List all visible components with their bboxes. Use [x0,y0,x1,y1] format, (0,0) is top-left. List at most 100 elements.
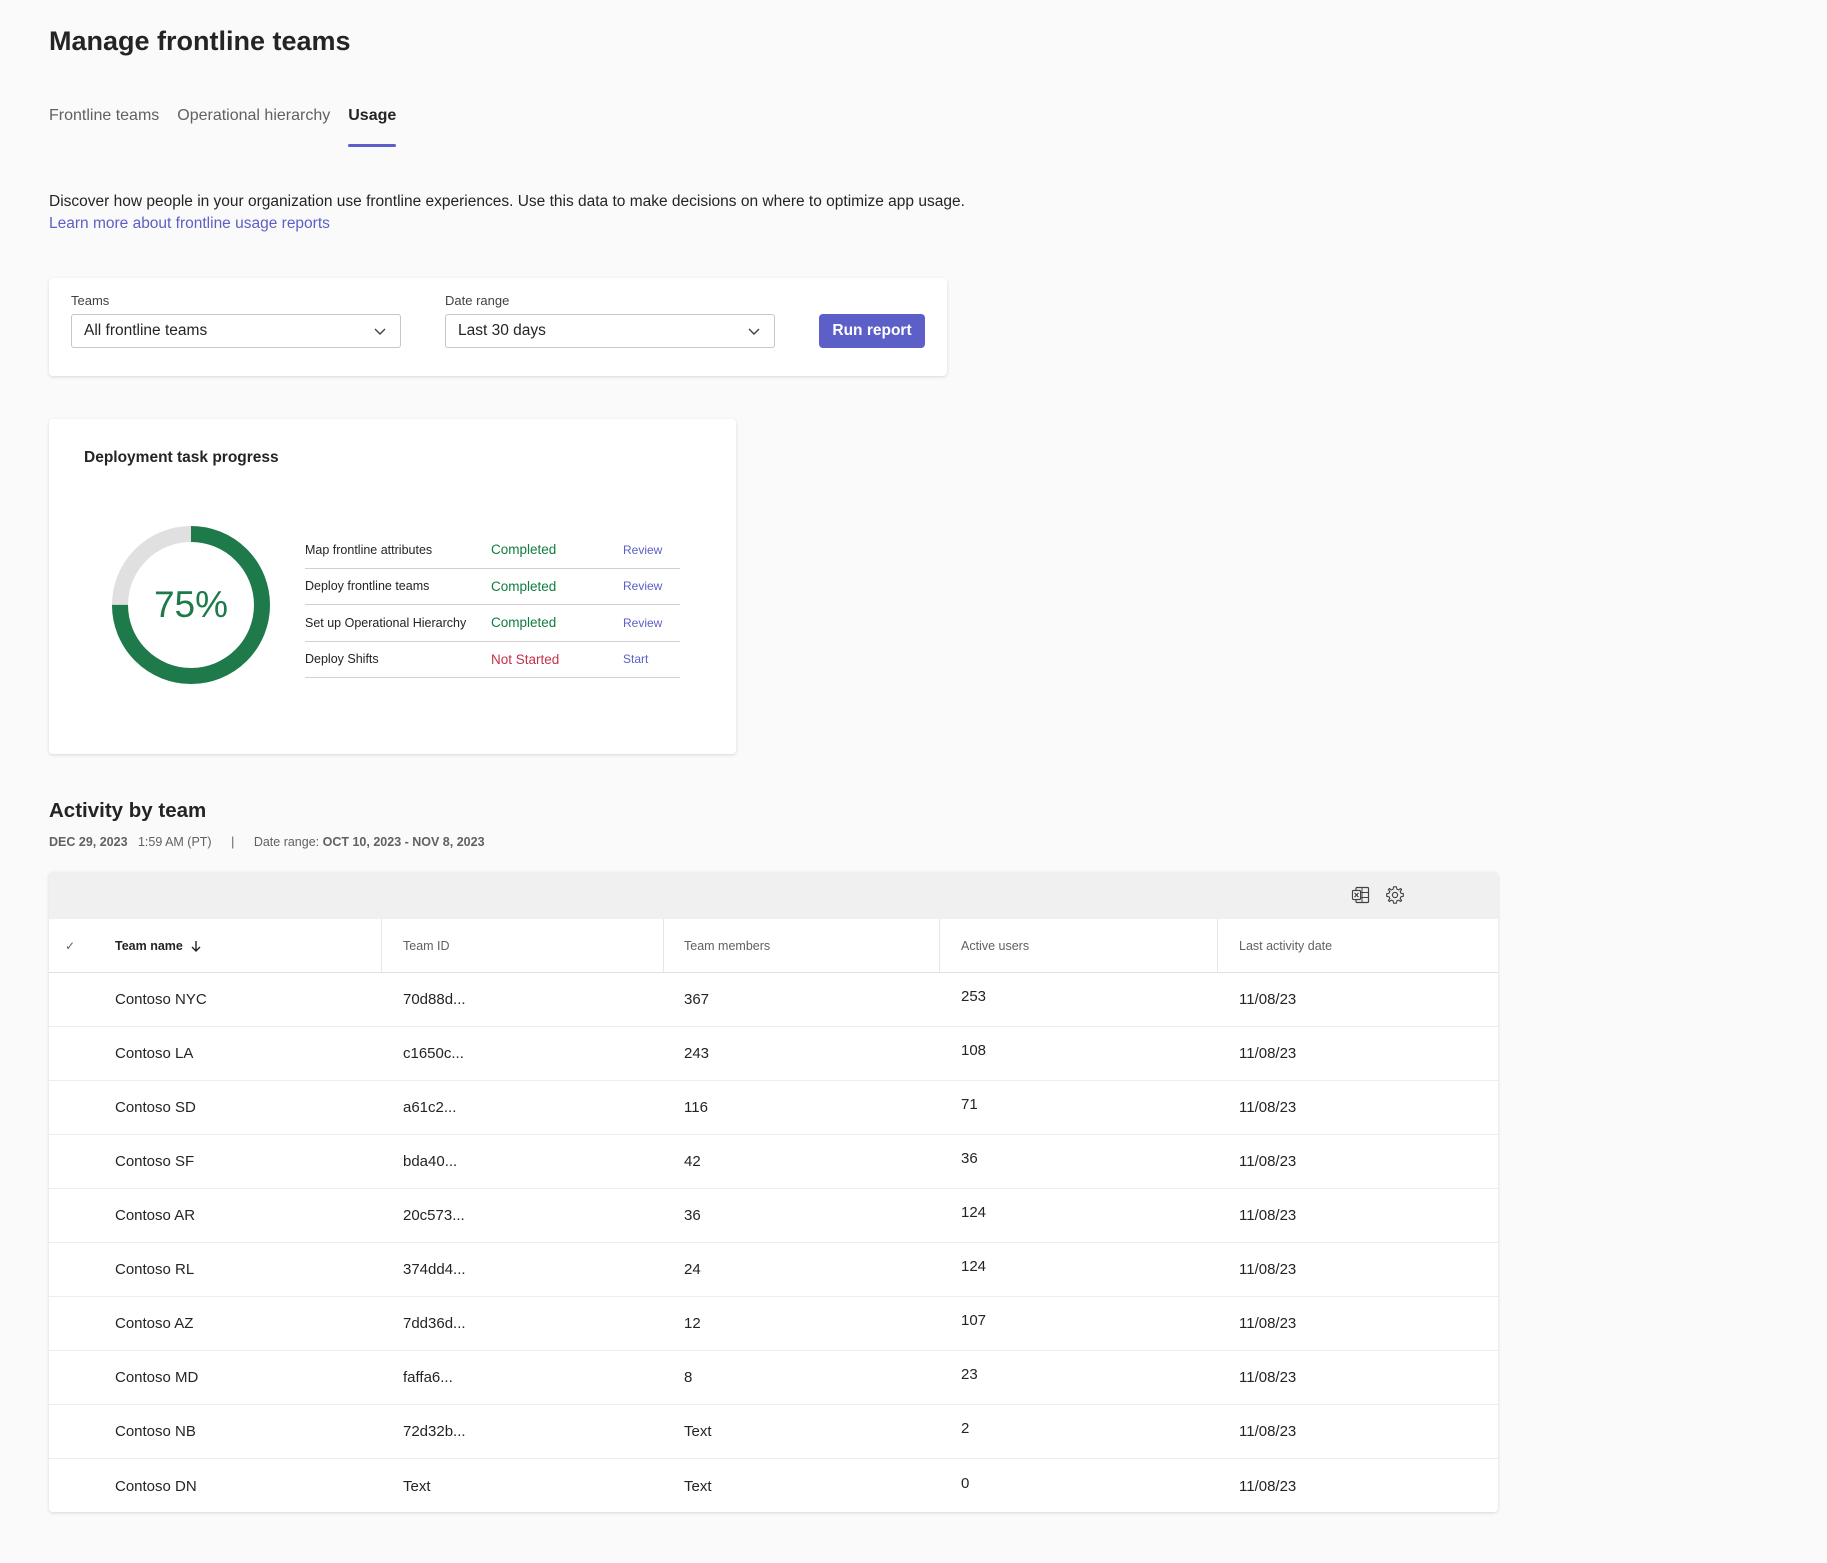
active-users-cell: 2 [961,1420,970,1437]
gear-icon[interactable] [1385,885,1405,905]
table-row[interactable]: Contoso RL 374dd4... 24 124 11/08/23 [49,1243,1498,1297]
teams-dropdown[interactable]: All frontline teams [71,314,401,348]
teams-dropdown-value: All frontline teams [84,322,208,339]
report-filter-card: Teams All frontline teams Date range Las… [49,278,947,376]
team-name-cell: Contoso DN [115,1477,197,1495]
task-status: Completed [491,615,557,631]
deployment-card-title: Deployment task progress [84,449,279,466]
team-id-cell: Text [403,1477,431,1495]
excel-export-icon[interactable] [1351,885,1371,905]
active-users-cell: 107 [961,1312,987,1329]
team-members-cell: 24 [684,1261,701,1278]
column-divider [939,919,940,972]
column-divider [381,919,382,972]
team-id-cell: 20c573... [403,1207,465,1224]
team-name-cell: Contoso NYC [115,991,207,1008]
table-row[interactable]: Contoso SD a61c2... 116 71 11/08/23 [49,1081,1498,1135]
task-review-link[interactable]: Review [623,543,662,557]
tab-frontline-teams[interactable]: Frontline teams [49,104,159,128]
column-header-team-members[interactable]: Team members [684,919,770,972]
table-toolbar [49,872,1498,919]
team-members-cell: Text [684,1423,712,1440]
team-members-cell: 367 [684,991,710,1008]
team-name-cell: Contoso SF [115,1153,195,1170]
task-name: Deploy frontline teams [305,579,430,594]
team-id-cell: c1650c... [403,1045,464,1062]
task-row: Set up Operational Hierarchy Completed R… [305,605,680,642]
task-name: Set up Operational Hierarchy [305,615,467,630]
team-id-cell: bda40... [403,1153,458,1170]
task-review-link[interactable]: Review [623,616,662,630]
arrow-down-icon [191,940,201,952]
table-row[interactable]: Contoso NYC 70d88d... 367 253 11/08/23 [49,973,1498,1027]
team-members-cell: 8 [684,1369,693,1386]
active-users-cell: 124 [961,1258,987,1275]
last-activity-date-cell: 11/08/23 [1239,1261,1297,1278]
active-users-cell: 71 [961,1096,978,1113]
table-row[interactable]: Contoso SF bda40... 42 36 11/08/23 [49,1135,1498,1189]
team-members-cell: 243 [684,1045,710,1062]
task-status: Completed [491,578,557,594]
last-activity-date-cell: 11/08/23 [1239,1477,1297,1495]
active-users-cell: 108 [961,1042,987,1059]
task-status: Not Started [491,651,560,667]
task-row: Deploy Shifts Not Started Start [305,642,680,678]
team-members-cell: 116 [684,1099,708,1116]
task-row: Deploy frontline teams Completed Review [305,569,680,605]
task-name: Deploy Shifts [305,652,379,667]
active-users-cell: 253 [961,988,987,1005]
table-row[interactable]: Contoso AZ 7dd36d... 12 107 11/08/23 [49,1297,1498,1351]
last-activity-date-cell: 11/08/23 [1239,1099,1297,1116]
team-name-cell: Contoso LA [115,1045,194,1062]
deployment-task-list: Map frontline attributes Completed Revie… [305,532,680,678]
column-header-active-users[interactable]: Active users [961,919,1029,972]
team-id-cell: 70d88d... [403,991,466,1008]
task-status: Completed [491,542,557,558]
last-activity-date-cell: 11/08/23 [1239,1045,1297,1062]
last-activity-date-cell: 11/08/23 [1239,1315,1297,1332]
page-title: Manage frontline teams [49,26,351,56]
team-members-cell: 12 [684,1315,701,1332]
team-name-cell: Contoso MD [115,1369,199,1386]
date-range-label: Date range [445,293,510,308]
tab-usage[interactable]: Usage [348,104,397,147]
select-all-checkbox[interactable]: ✓ [65,919,75,972]
team-members-cell: Text [684,1477,712,1495]
team-members-cell: 36 [684,1207,701,1224]
task-review-link[interactable]: Review [623,579,662,593]
report-time: 1:59 AM (PT) [137,835,212,849]
last-activity-date-cell: 11/08/23 [1239,1423,1297,1440]
team-members-cell: 42 [684,1153,701,1170]
column-header-last-activity-date[interactable]: Last activity date [1239,919,1332,972]
table-row[interactable]: Contoso LA c1650c... 243 108 11/08/23 [49,1027,1498,1081]
active-users-cell: 124 [961,1204,987,1221]
task-start-link[interactable]: Start [623,652,648,666]
team-id-cell: 7dd36d... [403,1315,466,1332]
table-row[interactable]: Contoso AR 20c573... 36 124 11/08/23 [49,1189,1498,1243]
active-users-cell: 36 [961,1150,978,1167]
date-range-value: OCT 10, 2023 - NOV 8, 2023 [322,835,485,849]
meta-separator: | [231,835,235,849]
table-row[interactable]: Contoso MD faffa6... 8 23 11/08/23 [49,1351,1498,1405]
team-id-cell: faffa6... [403,1369,453,1386]
activity-meta: DEC 29, 2023 1:59 AM (PT) | Date range: … [49,835,485,849]
run-report-button[interactable]: Run report [819,314,925,348]
date-range-caption: Date range: [253,835,320,849]
table-header: ✓ Team name Team ID Team members Active … [49,919,1498,973]
column-header-team-name[interactable]: Team name [115,919,203,972]
last-activity-date-cell: 11/08/23 [1239,1153,1297,1170]
tab-operational-hierarchy[interactable]: Operational hierarchy [177,104,330,128]
last-activity-date-cell: 11/08/23 [1239,991,1297,1008]
team-id-cell: 374dd4... [403,1261,466,1278]
team-id-cell: 72d32b... [403,1423,466,1440]
table-row[interactable]: Contoso DN Text Text 0 11/08/23 [49,1459,1498,1512]
learn-more-link[interactable]: Learn more about frontline usage reports [49,215,330,233]
deployment-progress-card: Deployment task progress 75% Map frontli… [49,419,736,754]
column-divider [1217,919,1218,972]
column-header-team-id[interactable]: Team ID [403,919,450,972]
table-row[interactable]: Contoso NB 72d32b... Text 2 11/08/23 [49,1405,1498,1459]
team-name-cell: Contoso SD [115,1099,196,1116]
date-range-dropdown[interactable]: Last 30 days [445,314,775,348]
column-divider [663,919,664,972]
progress-percent: 75% [153,584,229,625]
